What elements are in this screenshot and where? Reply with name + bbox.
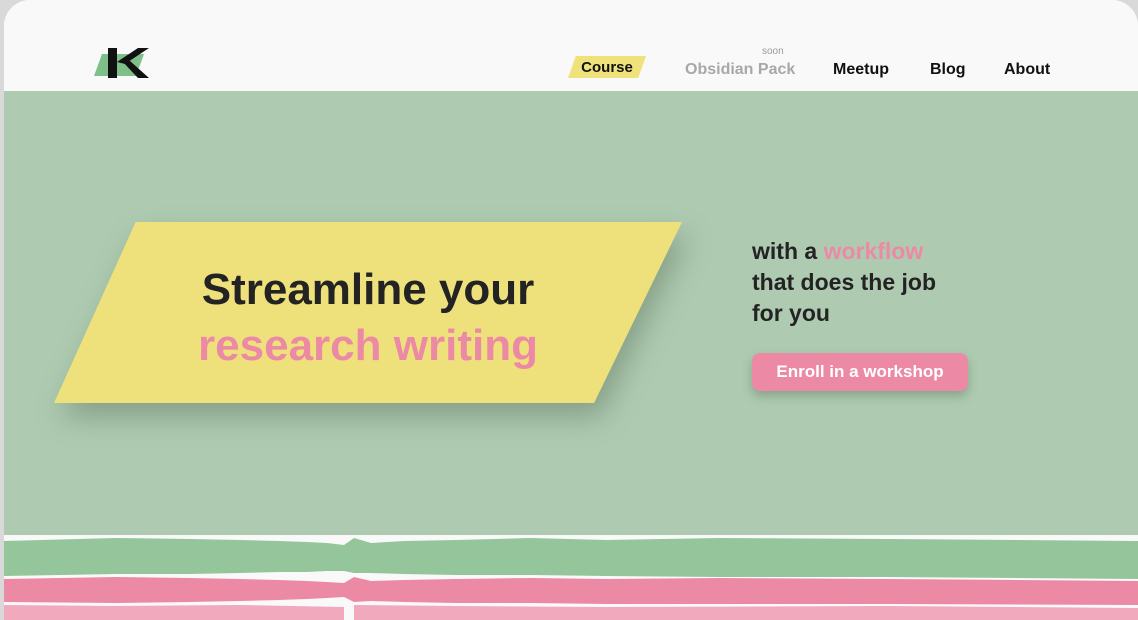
stripes-graphic (4, 538, 1138, 620)
enroll-workshop-button[interactable]: Enroll in a workshop (752, 353, 968, 391)
logo[interactable] (92, 44, 152, 80)
nav-course-link[interactable]: Course (568, 56, 646, 78)
decorative-stripes (4, 535, 1138, 620)
tagline-highlight: workflow (823, 238, 924, 264)
site-header: Course soon Obsidian Pack Meetup Blog Ab… (4, 0, 1138, 91)
nav-meetup-link[interactable]: Meetup (833, 61, 889, 79)
headline-line-1: Streamline your (201, 265, 535, 314)
nav-blog-link[interactable]: Blog (930, 61, 966, 79)
hero-tagline: with a workflow that does the job for yo… (752, 236, 1012, 329)
soon-badge: soon (762, 46, 784, 57)
nav-obsidian-pack-link[interactable]: Obsidian Pack (685, 61, 795, 79)
tagline-line-2: that does the job (752, 269, 936, 295)
headline-line-2: research writing (198, 321, 538, 370)
hero-headline: Streamline your research writing (54, 262, 682, 374)
tagline-line-3: for you (752, 300, 830, 326)
nav-about-link[interactable]: About (1004, 61, 1050, 79)
nav-course-label: Course (581, 59, 633, 76)
hero-section: Streamline your research writing with a … (4, 91, 1138, 535)
app-window: Course soon Obsidian Pack Meetup Blog Ab… (4, 0, 1138, 620)
tagline-prefix: with a (752, 238, 824, 264)
